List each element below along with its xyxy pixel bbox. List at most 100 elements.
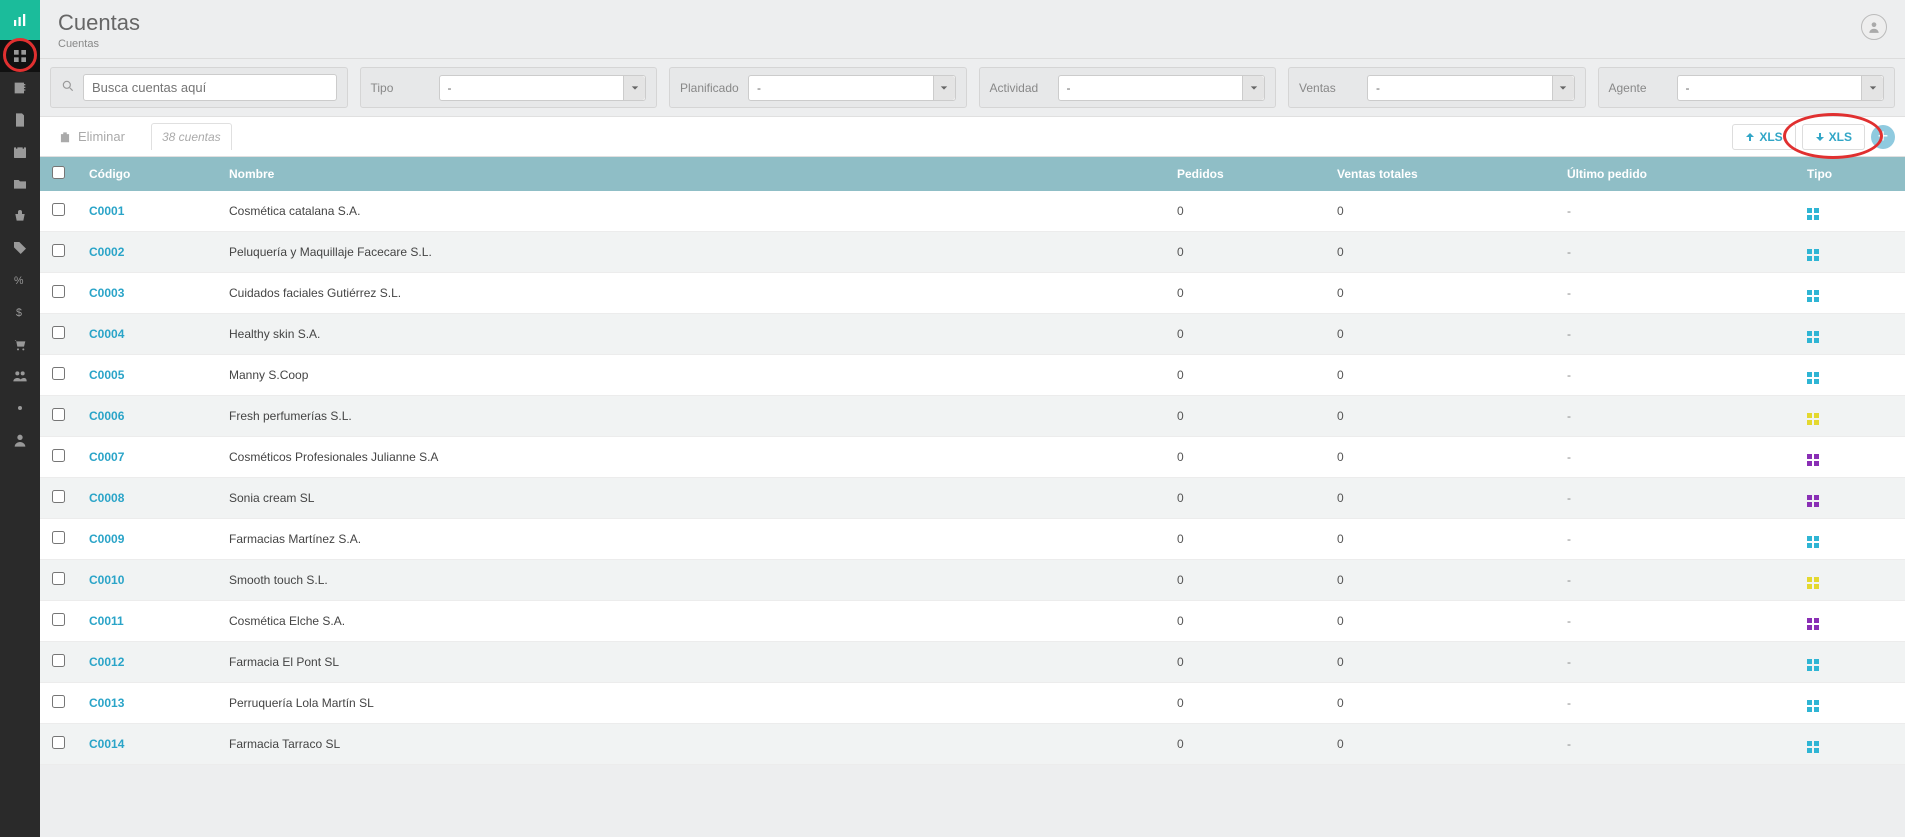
col-tipo[interactable]: Tipo [1795, 157, 1905, 191]
row-checkbox[interactable] [52, 695, 65, 708]
svg-text:%: % [14, 275, 24, 287]
account-code-link[interactable]: C0012 [89, 655, 124, 669]
account-code-link[interactable]: C0010 [89, 573, 124, 587]
table-row[interactable]: C0001Cosmética catalana S.A.00- [40, 191, 1905, 232]
col-pedidos[interactable]: Pedidos [1165, 157, 1325, 191]
table-row[interactable]: C0004Healthy skin S.A.00- [40, 314, 1905, 355]
nav-users-icon[interactable] [0, 360, 40, 392]
cell-pedidos: 0 [1165, 273, 1325, 314]
nav-basket-icon[interactable] [0, 200, 40, 232]
row-checkbox[interactable] [52, 490, 65, 503]
toolbar: Eliminar 38 cuentas XLS XLS + [40, 116, 1905, 157]
export-xls-up-button[interactable]: XLS [1732, 124, 1795, 150]
row-checkbox[interactable] [52, 654, 65, 667]
account-code-link[interactable]: C0001 [89, 204, 124, 218]
table-row[interactable]: C0009Farmacias Martínez S.A.00- [40, 519, 1905, 560]
row-checkbox[interactable] [52, 367, 65, 380]
row-checkbox[interactable] [52, 326, 65, 339]
account-code-link[interactable]: C0013 [89, 696, 124, 710]
row-checkbox[interactable] [52, 449, 65, 462]
select-ventas[interactable]: - [1367, 75, 1575, 101]
row-checkbox[interactable] [52, 408, 65, 421]
row-checkbox[interactable] [52, 613, 65, 626]
table-row[interactable]: C0006Fresh perfumerías S.L.00- [40, 396, 1905, 437]
col-nombre[interactable]: Nombre [217, 157, 1165, 191]
account-code-link[interactable]: C0006 [89, 409, 124, 423]
nav-documents-icon[interactable] [0, 104, 40, 136]
row-checkbox[interactable] [52, 531, 65, 544]
grid-icon [1807, 372, 1819, 384]
export-xls-down-button[interactable]: XLS [1802, 124, 1865, 150]
chevron-down-icon [933, 76, 955, 100]
table-row[interactable]: C0005Manny S.Coop00- [40, 355, 1905, 396]
nav-settings-icon[interactable] [0, 392, 40, 424]
cell-ventas: 0 [1325, 683, 1555, 724]
nav-accounts-icon[interactable] [0, 40, 40, 72]
cell-pedidos: 0 [1165, 519, 1325, 560]
arrow-down-icon [1815, 132, 1825, 142]
nav-percent-icon[interactable]: % [0, 264, 40, 296]
cell-tipo [1795, 642, 1905, 683]
search-input[interactable] [83, 74, 337, 101]
nav-calendar-icon[interactable] [0, 136, 40, 168]
table-row[interactable]: C0011Cosmética Elche S.A.00- [40, 601, 1905, 642]
row-checkbox[interactable] [52, 736, 65, 749]
row-checkbox[interactable] [52, 285, 65, 298]
grid-icon [1807, 290, 1819, 302]
cell-ventas: 0 [1325, 724, 1555, 765]
account-name: Manny S.Coop [217, 355, 1165, 396]
select-agente[interactable]: - [1677, 75, 1885, 101]
table-row[interactable]: C0010Smooth touch S.L.00- [40, 560, 1905, 601]
nav-cart-icon[interactable] [0, 328, 40, 360]
table-row[interactable]: C0008Sonia cream SL00- [40, 478, 1905, 519]
account-code-link[interactable]: C0003 [89, 286, 124, 300]
cell-pedidos: 0 [1165, 601, 1325, 642]
row-checkbox[interactable] [52, 572, 65, 585]
col-ultimo[interactable]: Último pedido [1555, 157, 1795, 191]
table-row[interactable]: C0013Perruquería Lola Martín SL00- [40, 683, 1905, 724]
table-row[interactable]: C0002Peluquería y Maquillaje Facecare S.… [40, 232, 1905, 273]
table-row[interactable]: C0007Cosméticos Profesionales Julianne S… [40, 437, 1905, 478]
nav-folder-icon[interactable] [0, 168, 40, 200]
account-name: Healthy skin S.A. [217, 314, 1165, 355]
table-row[interactable]: C0003Cuidados faciales Gutiérrez S.L.00- [40, 273, 1905, 314]
select-actividad[interactable]: - [1058, 75, 1266, 101]
account-code-link[interactable]: C0014 [89, 737, 124, 751]
col-ventas[interactable]: Ventas totales [1325, 157, 1555, 191]
account-code-link[interactable]: C0005 [89, 368, 124, 382]
col-codigo[interactable]: Código [77, 157, 217, 191]
account-code-link[interactable]: C0007 [89, 450, 124, 464]
nav-user-icon[interactable] [0, 424, 40, 456]
cell-pedidos: 0 [1165, 355, 1325, 396]
select-all-checkbox[interactable] [52, 166, 65, 179]
row-checkbox[interactable] [52, 244, 65, 257]
account-code-link[interactable]: C0004 [89, 327, 124, 341]
select-planificado[interactable]: - [748, 75, 956, 101]
row-checkbox[interactable] [52, 203, 65, 216]
cell-ultimo: - [1555, 519, 1795, 560]
add-button[interactable]: + [1871, 125, 1895, 149]
page-title: Cuentas [58, 10, 140, 36]
cell-ventas: 0 [1325, 314, 1555, 355]
account-code-link[interactable]: C0011 [89, 614, 124, 628]
account-code-link[interactable]: C0002 [89, 245, 124, 259]
account-name: Farmacias Martínez S.A. [217, 519, 1165, 560]
delete-button[interactable]: Eliminar [50, 125, 133, 148]
cell-ventas: 0 [1325, 355, 1555, 396]
nav-dollar-icon[interactable]: $ [0, 296, 40, 328]
app-logo[interactable] [0, 0, 40, 40]
table-row[interactable]: C0012Farmacia El Pont SL00- [40, 642, 1905, 683]
table-row[interactable]: C0014Farmacia Tarraco SL00- [40, 724, 1905, 765]
account-name: Farmacia El Pont SL [217, 642, 1165, 683]
cell-tipo [1795, 683, 1905, 724]
user-avatar[interactable] [1861, 14, 1887, 40]
nav-contacts-icon[interactable] [0, 72, 40, 104]
account-code-link[interactable]: C0009 [89, 532, 124, 546]
grid-icon [1807, 249, 1819, 261]
cell-ventas: 0 [1325, 232, 1555, 273]
search-box [50, 67, 348, 108]
cell-ultimo: - [1555, 314, 1795, 355]
account-code-link[interactable]: C0008 [89, 491, 124, 505]
select-tipo[interactable]: - [439, 75, 647, 101]
nav-tag-icon[interactable] [0, 232, 40, 264]
